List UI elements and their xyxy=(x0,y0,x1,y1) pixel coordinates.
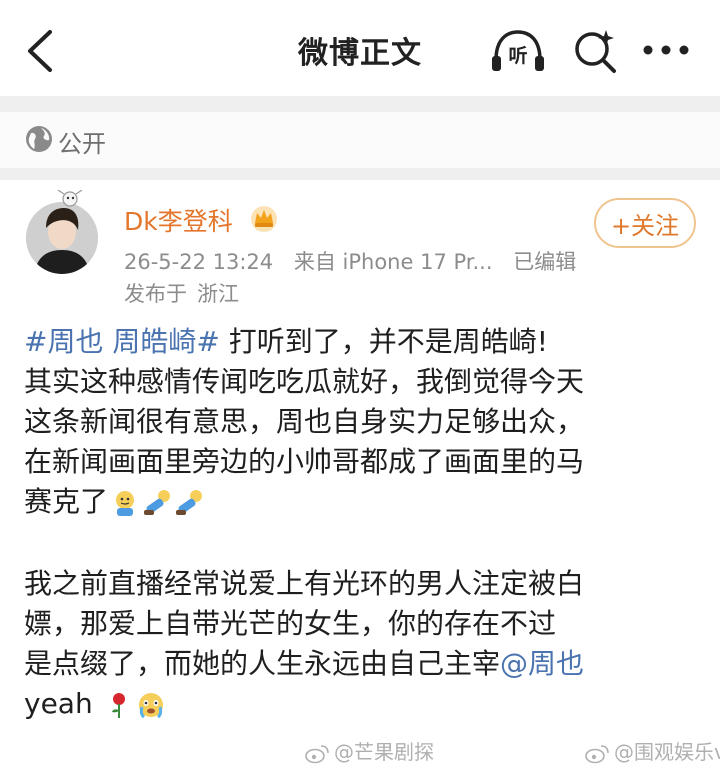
listen-button[interactable]: 听 xyxy=(488,26,548,74)
post-text-line: 赛克了 xyxy=(24,485,109,518)
author-name[interactable]: Dk李登科 xyxy=(124,202,233,238)
mention-link[interactable]: @周也 xyxy=(500,647,584,680)
crying-face-icon xyxy=(138,693,163,719)
location-value: 浙江 xyxy=(197,282,239,306)
weibo-logo-icon xyxy=(305,744,329,763)
watermark: @芒果剧探 xyxy=(304,736,434,765)
post-text-line: 其实这种感情传闻吃吃瓜就好，我倒觉得今天 xyxy=(24,365,585,398)
post-text-line: 在新闻画面里旁边的小帅哥都成了画面里的马 xyxy=(24,445,585,478)
visibility-label: 公开 xyxy=(58,130,106,158)
post-content: #周也 周皓崎# 打听到了，并不是周皓崎! 其实这种感情传闻吃吃瓜就好，我倒觉得… xyxy=(24,322,704,724)
weibo-logo-icon xyxy=(585,744,609,763)
topic-tag-link[interactable]: #周也 周皓崎# xyxy=(24,325,220,358)
rose-icon xyxy=(111,693,125,718)
divider-band xyxy=(0,168,720,180)
edited-label: 已编辑 xyxy=(513,250,577,274)
post-text-line: 我之前直播经常说爱上有光环的男人注定被白 xyxy=(24,567,585,600)
avatar[interactable] xyxy=(24,190,100,276)
post-text-line: 打听到了，并不是周皓崎! xyxy=(219,325,548,358)
post-text-line: 是点缀了，而她的人生永远由自己主宰 xyxy=(24,647,501,680)
doge-icon xyxy=(116,491,135,516)
watermark-text: @围观娱乐v xyxy=(614,740,720,764)
lying-flat-icon xyxy=(176,490,203,515)
top-bar: 微博正文 听 xyxy=(0,0,720,96)
lying-flat-icon xyxy=(144,490,171,515)
location-prefix: 发布于 xyxy=(124,282,187,306)
post-text-line: yeah xyxy=(24,687,93,720)
visibility-row: 公开 xyxy=(0,112,720,168)
more-dots-icon[interactable] xyxy=(638,26,694,74)
search-sparkle-icon[interactable] xyxy=(570,26,620,74)
watermark: @围观娱乐v xyxy=(584,736,720,765)
post-meta: 26-5-22 13:24 来自 iPhone 17 Pr... 已编辑 xyxy=(124,246,590,276)
post-text-line: 这条新闻很有意思，周也自身实力足够出众， xyxy=(24,405,585,438)
listen-label: 听 xyxy=(508,44,527,67)
watermark-text: @芒果剧探 xyxy=(334,740,434,764)
follow-button[interactable]: +关注 xyxy=(594,198,696,248)
post-time: 26-5-22 13:24 xyxy=(124,250,274,274)
divider-band xyxy=(0,96,720,112)
post-text-line: 嫖，那爱上自带光芒的女生，你的存在不过 xyxy=(24,607,557,640)
post-source: 来自 iPhone 17 Pr... xyxy=(293,250,493,274)
vip-crown-icon xyxy=(251,206,277,232)
post-location: 发布于 浙江 xyxy=(124,278,249,308)
globe-icon xyxy=(26,126,52,152)
